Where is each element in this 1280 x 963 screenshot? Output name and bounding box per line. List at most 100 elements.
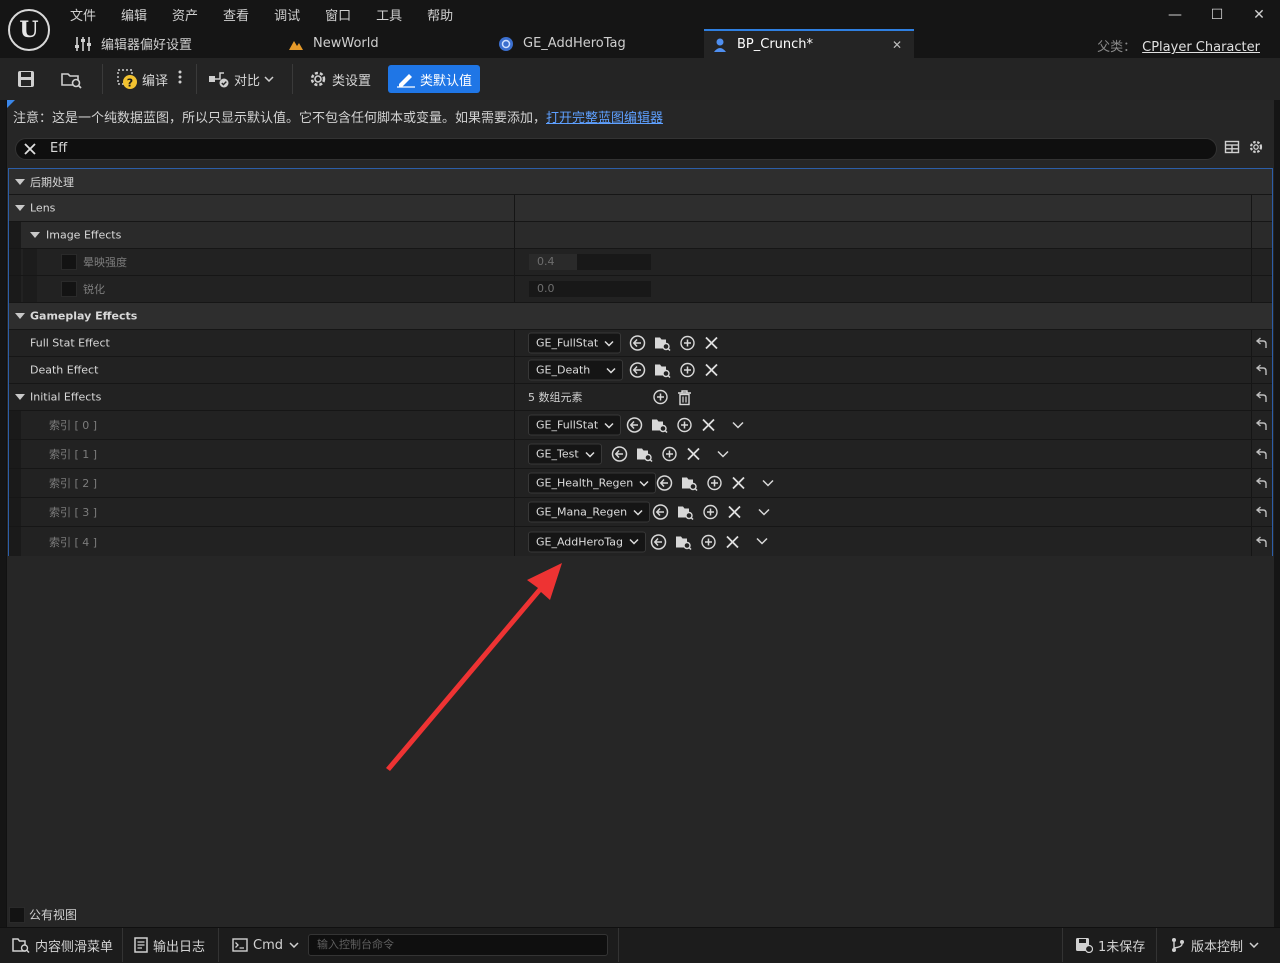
browse-button[interactable] <box>60 64 88 94</box>
clear-x-icon[interactable] <box>704 336 719 351</box>
settings-gear-icon[interactable] <box>1248 139 1264 158</box>
trash-icon[interactable] <box>677 389 692 405</box>
reset-to-default-icon[interactable] <box>1255 337 1268 349</box>
element-class-combo[interactable]: GE_Mana_Regen <box>528 501 651 523</box>
add-plus-icon[interactable] <box>700 533 717 550</box>
console-command-input[interactable]: 输入控制台命令 <box>308 934 608 956</box>
category-post-process[interactable]: 后期处理 <box>9 169 1272 195</box>
clear-x-icon[interactable] <box>686 447 701 462</box>
element-options-chevron-icon[interactable] <box>758 508 770 516</box>
add-plus-icon[interactable] <box>702 504 719 521</box>
element-class-combo[interactable]: GE_Health_Regen <box>528 472 657 494</box>
class-settings-button[interactable]: 类设置 <box>308 64 371 94</box>
unreal-logo-icon[interactable]: U <box>8 9 50 51</box>
browse-asset-icon[interactable] <box>677 504 694 521</box>
category-image-effects[interactable]: Image Effects <box>9 222 1272 249</box>
source-control-button[interactable]: 版本控制 <box>1170 928 1259 962</box>
add-plus-icon[interactable] <box>661 446 678 463</box>
element-class-combo[interactable]: GE_FullStat <box>528 414 622 436</box>
sharpen-value-field[interactable]: 0.0 <box>528 280 652 298</box>
override-checkbox[interactable] <box>61 281 77 297</box>
element-options-chevron-icon[interactable] <box>762 479 774 487</box>
expand-arrow-icon[interactable] <box>15 205 25 211</box>
cmd-selector-button[interactable]: Cmd <box>232 928 299 962</box>
menu-file[interactable]: 文件 <box>70 5 96 24</box>
close-window-icon[interactable]: ✕ <box>1238 0 1280 30</box>
maximize-icon[interactable]: ☐ <box>1196 0 1238 30</box>
vignette-value-field[interactable]: 0.4 <box>528 253 652 271</box>
clear-x-icon[interactable] <box>701 418 716 433</box>
reset-to-default-icon[interactable] <box>1255 506 1268 518</box>
death-class-combo[interactable]: GE_Death <box>528 359 623 381</box>
diff-button[interactable]: 对比 <box>208 64 274 94</box>
clear-x-icon[interactable] <box>704 363 719 378</box>
browse-asset-icon[interactable] <box>654 362 671 379</box>
use-selected-icon[interactable] <box>629 362 646 379</box>
category-lens[interactable]: Lens <box>9 195 1272 222</box>
class-defaults-button[interactable]: 类默认值 <box>388 65 481 93</box>
clear-search-icon[interactable] <box>22 141 38 160</box>
add-plus-icon[interactable] <box>679 335 696 352</box>
output-log-button[interactable]: 输出日志 <box>134 928 205 962</box>
minimize-icon[interactable]: — <box>1154 0 1196 30</box>
search-input[interactable]: Eff <box>50 141 67 156</box>
browse-asset-icon[interactable] <box>675 533 692 550</box>
content-drawer-button[interactable]: 内容侧滑菜单 <box>12 928 113 962</box>
element-options-chevron-icon[interactable] <box>717 450 729 458</box>
public-view-toggle[interactable]: 公有视图 <box>9 906 77 923</box>
clear-x-icon[interactable] <box>731 476 746 491</box>
tab-bp-crunch[interactable]: BP_Crunch* ✕ <box>704 29 914 58</box>
add-plus-icon[interactable] <box>706 475 723 492</box>
unsaved-button[interactable]: 1未保存 <box>1075 928 1145 962</box>
public-view-checkbox[interactable] <box>9 906 25 923</box>
expand-arrow-icon[interactable] <box>15 313 25 319</box>
clear-x-icon[interactable] <box>727 505 742 520</box>
add-plus-icon[interactable] <box>676 417 693 434</box>
browse-asset-icon[interactable] <box>651 417 668 434</box>
element-class-combo[interactable]: GE_Test <box>528 443 602 465</box>
expand-arrow-icon[interactable] <box>30 232 40 238</box>
open-full-editor-link[interactable]: 打开完整蓝图编辑器 <box>546 111 663 126</box>
tab-editor-preferences[interactable]: 编辑器偏好设置 <box>74 29 284 58</box>
tab-newworld[interactable]: NewWorld <box>288 29 488 58</box>
add-element-icon[interactable] <box>652 389 669 406</box>
use-selected-icon[interactable] <box>626 417 643 434</box>
add-plus-icon[interactable] <box>679 362 696 379</box>
expand-arrow-icon[interactable] <box>15 394 25 400</box>
search-bar[interactable]: Eff <box>15 138 1217 160</box>
category-gameplay-effects[interactable]: Gameplay Effects <box>9 303 1272 330</box>
element-options-chevron-icon[interactable] <box>732 421 744 429</box>
compile-button[interactable]: ? 编译 <box>116 64 168 94</box>
reset-to-default-icon[interactable] <box>1255 391 1268 403</box>
reset-to-default-icon[interactable] <box>1255 535 1268 548</box>
use-selected-icon[interactable] <box>652 504 669 521</box>
clear-x-icon[interactable] <box>725 534 740 549</box>
menu-edit[interactable]: 编辑 <box>121 5 147 24</box>
browse-asset-icon[interactable] <box>654 335 671 352</box>
menu-asset[interactable]: 资产 <box>172 5 198 24</box>
menu-window[interactable]: 窗口 <box>325 5 351 24</box>
browse-asset-icon[interactable] <box>636 446 653 463</box>
use-selected-icon[interactable] <box>656 475 673 492</box>
table-view-icon[interactable] <box>1224 139 1240 158</box>
reset-to-default-icon[interactable] <box>1255 419 1268 431</box>
tab-ge-addherotag[interactable]: GE_AddHeroTag <box>498 29 698 58</box>
compile-options-button[interactable] <box>177 64 183 94</box>
element-options-chevron-icon[interactable] <box>756 537 768 546</box>
use-selected-icon[interactable] <box>650 533 667 550</box>
menu-view[interactable]: 查看 <box>223 5 249 24</box>
expand-arrow-icon[interactable] <box>15 178 25 185</box>
close-tab-icon[interactable]: ✕ <box>892 38 902 52</box>
reset-to-default-icon[interactable] <box>1255 364 1268 376</box>
menu-help[interactable]: 帮助 <box>427 5 453 24</box>
full-stat-class-combo[interactable]: GE_FullStat <box>528 332 622 354</box>
parent-class-link[interactable]: CPlayer Character <box>1142 40 1260 55</box>
use-selected-icon[interactable] <box>629 335 646 352</box>
use-selected-icon[interactable] <box>611 446 628 463</box>
override-checkbox[interactable] <box>61 254 77 270</box>
menu-debug[interactable]: 调试 <box>274 5 300 24</box>
reset-to-default-icon[interactable] <box>1255 477 1268 489</box>
browse-asset-icon[interactable] <box>681 475 698 492</box>
element-class-combo[interactable]: GE_AddHeroTag <box>528 531 646 552</box>
reset-to-default-icon[interactable] <box>1255 448 1268 460</box>
